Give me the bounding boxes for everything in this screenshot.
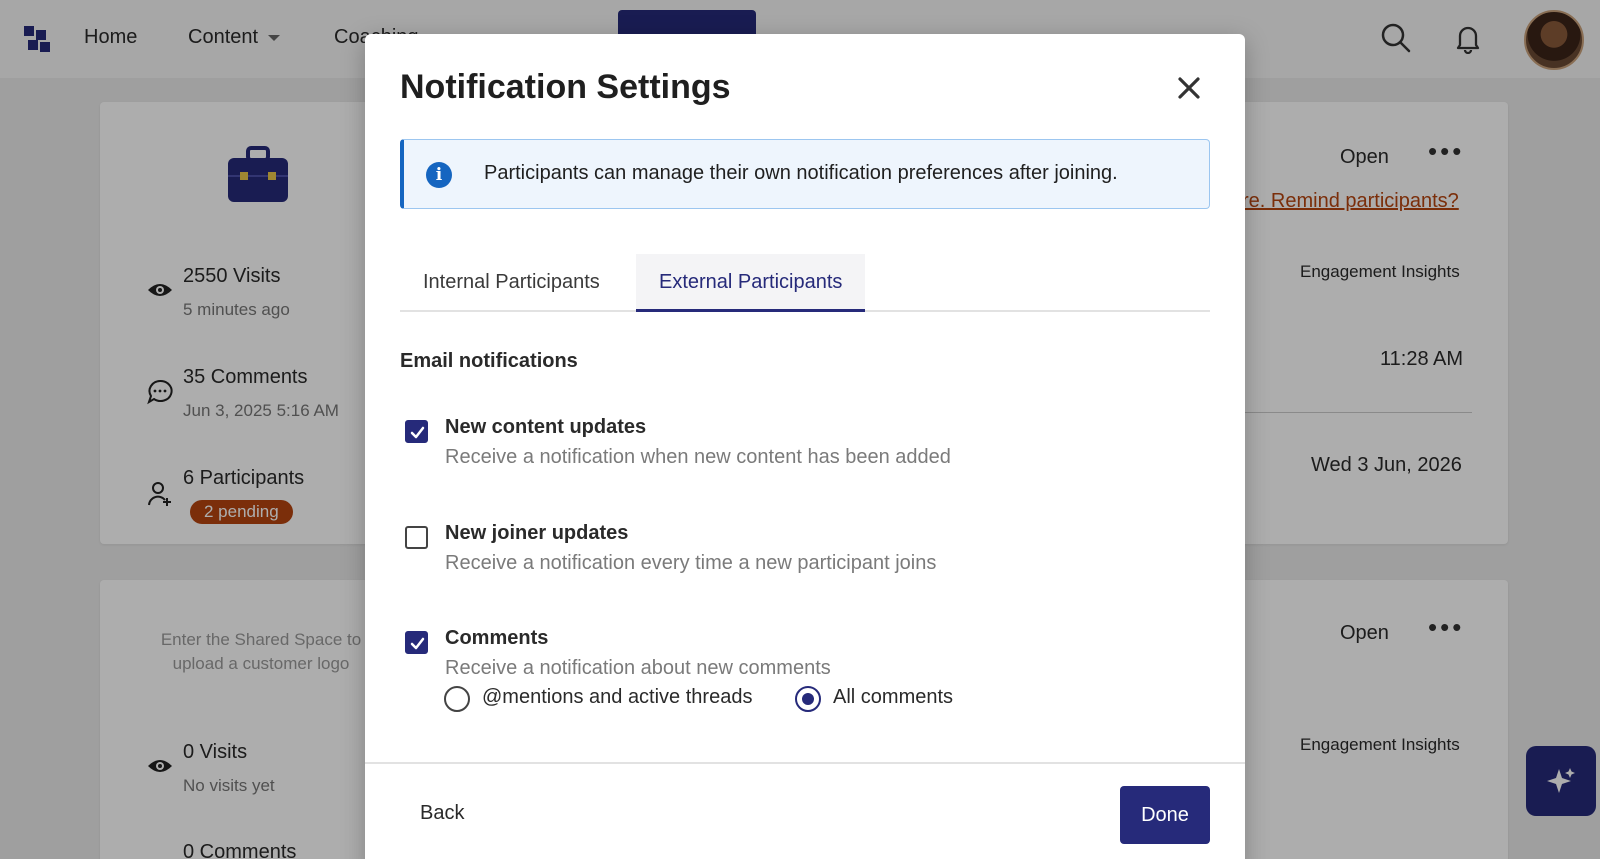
option-title: Comments — [445, 627, 549, 649]
dialog-title: Notification Settings — [400, 68, 731, 106]
done-button[interactable]: Done — [1120, 786, 1210, 844]
option-title: New joiner updates — [445, 522, 629, 544]
option-description: Receive a notification every time a new … — [445, 552, 937, 574]
option-description: Receive a notification about new comment… — [445, 657, 831, 679]
all-comments-radio[interactable] — [795, 686, 821, 712]
all-comments-radio-label[interactable]: All comments — [833, 686, 953, 709]
option-description: Receive a notification when new content … — [445, 446, 951, 468]
back-button[interactable]: Back — [420, 802, 464, 825]
new-content-checkbox[interactable] — [405, 420, 428, 443]
checkmark-icon — [410, 637, 425, 650]
notification-settings-dialog: Notification Settings i Participants can… — [365, 34, 1245, 859]
mentions-radio[interactable] — [444, 686, 470, 712]
info-text: Participants can manage their own notifi… — [484, 162, 1118, 184]
comments-checkbox[interactable] — [405, 631, 428, 654]
tab-external-participants[interactable]: External Participants — [636, 254, 866, 312]
checkmark-icon — [410, 426, 425, 439]
participant-tabs: Internal Participants External Participa… — [400, 254, 1210, 312]
dialog-footer: Back Done — [365, 762, 1245, 859]
close-icon[interactable] — [1173, 72, 1205, 104]
tab-internal-participants[interactable]: Internal Participants — [400, 254, 623, 312]
info-banner: i Participants can manage their own noti… — [400, 139, 1210, 209]
option-title: New content updates — [445, 416, 647, 438]
info-icon: i — [426, 162, 452, 188]
new-joiner-checkbox[interactable] — [405, 526, 428, 549]
mentions-radio-label[interactable]: @mentions and active threads — [482, 686, 752, 709]
section-heading: Email notifications — [400, 350, 578, 372]
